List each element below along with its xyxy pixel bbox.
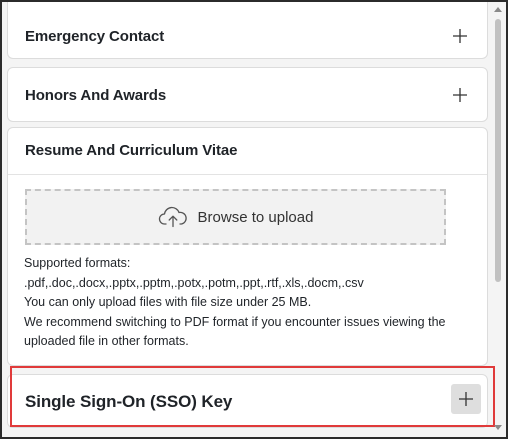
section-divider [8,174,487,175]
section-title: Honors And Awards [25,87,167,104]
sso-key-section: Single Sign-On (SSO) Key [7,374,488,428]
upload-label: Browse to upload [197,208,314,226]
vertical-scrollbar[interactable] [493,4,503,433]
section-title: Emergency Contact [25,28,165,45]
section-title: Resume And Curriculum Vitae [25,142,238,159]
expand-honors-awards-button[interactable] [445,80,475,110]
emergency-contact-section: Emergency Contact [7,2,488,59]
scrollbar-thumb[interactable] [495,19,501,282]
formats-heading: Supported formats: [24,256,131,270]
app-frame: Emergency Contact Honors And Awards Resu… [0,0,508,439]
supported-formats-list: .pdf,.doc,.docx,.pptx,.pptm,.potx,.potm,… [24,275,364,290]
scroll-up-arrow[interactable] [493,4,503,14]
plus-icon [453,88,467,102]
expand-sso-key-button[interactable] [451,384,481,414]
resume-cv-section: Resume And Curriculum Vitae Browse to up… [7,127,488,366]
scroll-down-arrow[interactable] [493,423,503,433]
expand-emergency-contact-button[interactable] [445,21,475,51]
cloud-upload-icon [158,206,188,228]
file-size-note: You can only upload files with file size… [24,295,312,309]
upload-help-text: Supported formats: .pdf,.doc,.docx,.pptx… [24,254,479,352]
section-title: Single Sign-On (SSO) Key [25,392,233,411]
triangle-up-icon [494,7,502,12]
honors-awards-section: Honors And Awards [7,67,488,122]
triangle-down-icon [494,425,502,430]
plus-icon [453,29,467,43]
browse-upload-dropzone[interactable]: Browse to upload [25,189,446,245]
plus-icon [459,392,473,406]
pdf-recommendation-note: We recommend switching to PDF format if … [24,314,446,349]
